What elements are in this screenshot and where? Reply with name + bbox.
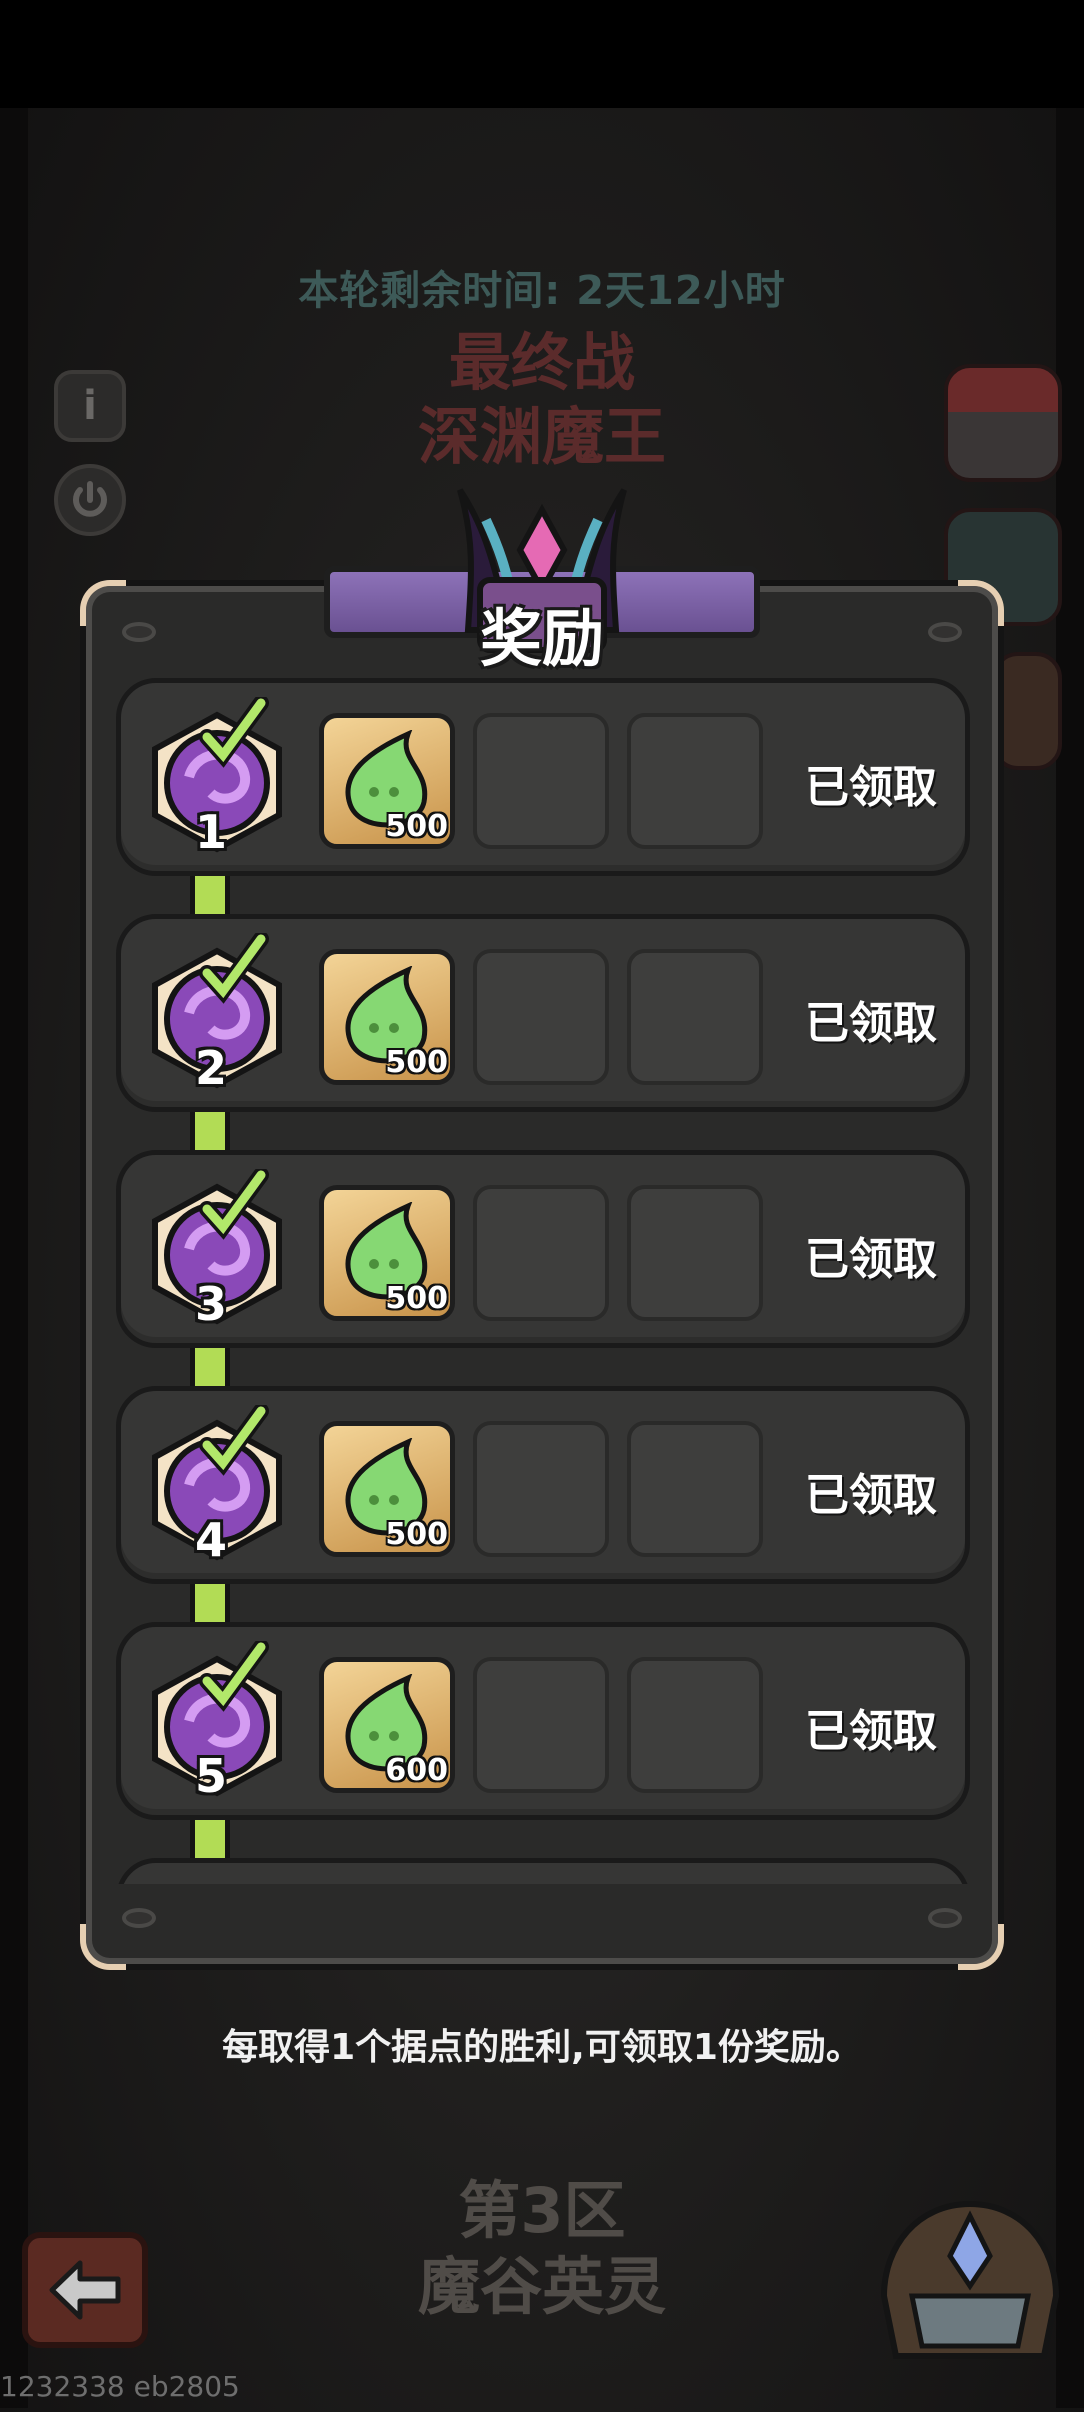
power-icon	[73, 481, 107, 517]
empty-reward-slot	[627, 713, 763, 849]
screw-decoration	[122, 1908, 156, 1928]
remaining-time-label: 本轮剩余时间: 2天12小时	[298, 268, 786, 314]
empty-reward-slot	[627, 1421, 763, 1557]
reward-row-5: 5 600 已领取	[116, 1622, 970, 1820]
checkpoint-number: 4	[194, 1513, 227, 1567]
reward-item-slot[interactable]: 500	[319, 1185, 455, 1321]
checkpoint-number: 5	[194, 1749, 227, 1803]
claim-status-label: 已领取	[805, 762, 937, 813]
shop-button[interactable]	[944, 364, 1062, 482]
empty-reward-slot	[627, 1657, 763, 1793]
watermark-text: 1232338 eb2805	[0, 2370, 240, 2403]
screw-decoration	[122, 622, 156, 642]
reward-rule-text: 每取得1个据点的胜利,可领取1份奖励。	[222, 2027, 862, 2068]
helmet-icon[interactable]	[872, 2196, 1068, 2364]
reward-item-slot[interactable]: 600	[319, 1657, 455, 1793]
item-quantity: 500	[385, 1045, 448, 1080]
reward-row-6-partial	[116, 1858, 970, 1884]
item-quantity: 600	[385, 1753, 448, 1788]
claim-status-label: 已领取	[805, 1234, 937, 1285]
power-button[interactable]	[54, 464, 126, 536]
item-quantity: 500	[385, 1281, 448, 1316]
reward-list[interactable]: 1 500 已领取 2 500 已领取 3 500 已领取 4 500 已领取 …	[116, 678, 970, 1884]
reward-row-1: 1 500 已领取	[116, 678, 970, 876]
item-quantity: 500	[385, 809, 448, 844]
reward-row-2: 2 500 已领取	[116, 914, 970, 1112]
checkpoint-number: 2	[194, 1041, 227, 1095]
panel-title: 奖励	[479, 602, 604, 675]
back-button[interactable]	[22, 2232, 148, 2348]
empty-reward-slot	[473, 713, 609, 849]
claim-status-label: 已领取	[805, 998, 937, 1049]
reward-row-4: 4 500 已领取	[116, 1386, 970, 1584]
stage-subtitle: 深渊魔王	[417, 400, 666, 473]
back-arrow-icon	[49, 2260, 121, 2320]
info-icon: i	[83, 383, 97, 429]
claim-status-label: 已领取	[805, 1706, 937, 1757]
screw-decoration	[928, 622, 962, 642]
screw-decoration	[928, 1908, 962, 1928]
empty-reward-slot	[473, 1657, 609, 1793]
checkpoint-number: 1	[194, 805, 227, 859]
reward-row-3: 3 500 已领取	[116, 1150, 970, 1348]
empty-reward-slot	[473, 1421, 609, 1557]
reward-item-slot[interactable]: 500	[319, 949, 455, 1085]
empty-reward-slot	[627, 949, 763, 1085]
info-button[interactable]: i	[54, 370, 126, 442]
checkpoint-number: 3	[194, 1277, 227, 1331]
item-quantity: 500	[385, 1517, 448, 1552]
reward-item-slot[interactable]: 500	[319, 1421, 455, 1557]
empty-reward-slot	[627, 1185, 763, 1321]
empty-reward-slot	[473, 1185, 609, 1321]
empty-reward-slot	[473, 949, 609, 1085]
status-bar-area	[0, 0, 1084, 108]
reward-item-slot[interactable]: 500	[319, 713, 455, 849]
claim-status-label: 已领取	[805, 1470, 937, 1521]
